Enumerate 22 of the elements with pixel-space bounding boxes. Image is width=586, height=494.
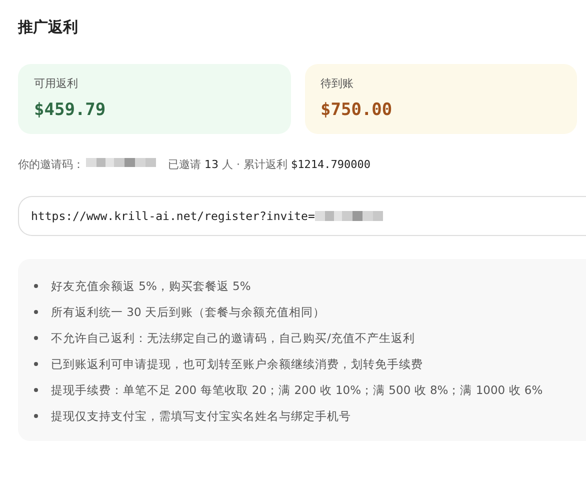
rule-text: 提现仅支持支付宝，需填写支付宝实名姓名与绑定手机号	[51, 408, 351, 424]
invite-code-label: 你的邀请码：	[18, 156, 84, 172]
bullet-icon	[34, 414, 38, 418]
redacted-code	[86, 158, 156, 167]
redacted-code	[314, 211, 383, 221]
card-label: 待到账	[320, 77, 354, 91]
card-amount: $750.00	[320, 100, 394, 120]
rule-text: 已到账返利可申请提现，也可划转至账户余额继续消费，划转免手续费	[51, 356, 423, 372]
bullet-icon	[34, 336, 38, 340]
card-label: 可用返利	[34, 77, 79, 91]
rule-text: 提现手续费：单笔不足 200 每笔收取 20；满 200 收 10%；满 500 收 8%；满 1000 收 6%	[51, 382, 543, 398]
invite-link-field[interactable]: https://www.krill-ai.net/register?invite=	[18, 196, 586, 236]
bullet-icon	[34, 388, 38, 392]
rule-text: 好友充值余额返 5%，购买套餐返 5%	[51, 278, 251, 294]
page-title: 推广返利	[18, 17, 79, 38]
rule-text: 所有返利统一 30 天后到账（套餐与余额充值相同）	[51, 304, 325, 320]
bullet-icon	[34, 284, 38, 288]
bullet-icon	[34, 362, 38, 366]
invite-stats: 已邀请 13 人 · 累计返利 $1214.790000	[168, 156, 370, 172]
card-amount: $459.79	[34, 100, 107, 120]
rule-text: 不允许自己返利：无法绑定自己的邀请码，自己购买/充值不产生返利	[51, 330, 415, 346]
bullet-icon	[34, 310, 38, 314]
